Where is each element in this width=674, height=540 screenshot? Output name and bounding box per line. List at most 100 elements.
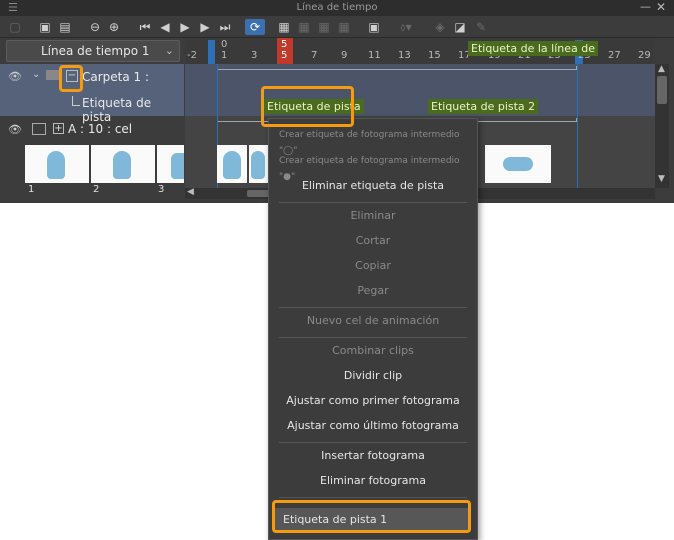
frame-thumbnail[interactable]: [249, 145, 269, 183]
character-image: [47, 151, 65, 179]
timeline-select[interactable]: Línea de tiempo 1 ⌄: [6, 40, 180, 62]
toolbar: ▢ ▣ ▤ ⊖ ⊕ ⏮ ◀ ▶ ▶ ⏭ ⟳ ▦ ▦ ▦ ▦ ▣ ⬨▾ ◈ ◪ ✎: [0, 16, 674, 38]
track-label-2[interactable]: Etiqueta de pista 2: [428, 99, 539, 114]
menu-item-create-midframe-filled[interactable]: Crear etiqueta de fotograma intermedio "…: [269, 153, 477, 182]
ruler-tick: 0 1: [221, 39, 228, 61]
minimize-icon[interactable]: —: [640, 0, 651, 13]
folder-row[interactable]: 👁 ⌄ − Carpeta 1 :: [0, 64, 184, 90]
scroll-left-icon[interactable]: ◀: [187, 187, 194, 197]
ruler-tick: 3: [251, 50, 258, 61]
character-image: [171, 153, 184, 179]
ruler-tick-current: 5 5: [281, 39, 288, 61]
zoom-in-icon[interactable]: ⊕: [107, 19, 121, 35]
frame-thumbnail[interactable]: [217, 145, 247, 183]
highlight-track-label: [261, 86, 354, 127]
close-icon[interactable]: ✕: [656, 0, 666, 14]
frame-ruler[interactable]: -2 0 1 3 5 5 7 9 11 13 15 17 19 21 23 25…: [185, 38, 655, 64]
ruler-tick: 29: [638, 50, 651, 61]
menu-item-set-last-frame[interactable]: Ajustar como último fotograma: [269, 418, 477, 434]
specify-cel-icon[interactable]: ▦: [296, 19, 312, 35]
new-timeline-icon[interactable]: ▣: [38, 19, 52, 35]
scroll-down-icon[interactable]: ▼: [658, 174, 665, 184]
keyframe-icon[interactable]: ⬨▾: [396, 19, 416, 35]
tree-connector: [72, 96, 80, 106]
cel-frame-2-icon[interactable]: ▦: [336, 19, 352, 35]
play-icon[interactable]: ▶: [178, 19, 192, 35]
context-menu: Crear etiqueta de fotograma intermedio "…: [268, 118, 478, 540]
ruler-tick: 7: [311, 50, 318, 61]
thumbnail[interactable]: [91, 145, 155, 183]
menu-item-create-midframe-open[interactable]: Crear etiqueta de fotograma intermedio "…: [269, 127, 477, 156]
layer-list: 👁 ⌄ − Carpeta 1 : Etiqueta de pista 👁 + …: [0, 64, 184, 203]
new-cel-icon[interactable]: ▦: [276, 19, 292, 35]
character-image: [113, 151, 131, 179]
next-frame-icon[interactable]: ▶: [198, 19, 212, 35]
menu-item-delete[interactable]: Eliminar: [269, 208, 477, 224]
menu-item-merge-clips[interactable]: Combinar clips: [269, 343, 477, 359]
eye-icon[interactable]: 👁: [8, 70, 22, 83]
menu-separator: [279, 202, 467, 203]
last-frame-icon[interactable]: ⏭: [218, 19, 232, 35]
ruler-tick: 15: [428, 50, 441, 61]
ruler-tick: 27: [608, 50, 621, 61]
chevron-down-icon: ⌄: [164, 44, 174, 57]
timeline-select-value: Línea de tiempo 1: [41, 44, 150, 58]
edit-timeline-icon[interactable]: ▤: [57, 19, 73, 35]
window-title: Línea de tiempo: [296, 2, 378, 13]
ruler-tick: 11: [368, 50, 381, 61]
menu-item-delete-track-label[interactable]: Eliminar etiqueta de pista: [269, 178, 477, 194]
menu-separator: [279, 337, 467, 338]
folder-range-bar: [217, 66, 577, 70]
ruler-tick: -2: [187, 50, 197, 61]
scroll-up-icon[interactable]: ▲: [658, 64, 665, 74]
folder-icon: [46, 70, 60, 80]
first-frame-icon[interactable]: ⏮: [138, 19, 152, 35]
title-bar: ☰ Línea de tiempo — ✕: [0, 0, 674, 16]
anim-layer-row[interactable]: 👁 + A : 10 : cel: [0, 118, 184, 142]
pen-icon[interactable]: ✎: [474, 19, 488, 35]
loop-end-line: [577, 64, 578, 188]
highlight-menu-item: [272, 500, 471, 533]
menu-item-delete-frame[interactable]: Eliminar fotograma: [269, 473, 477, 489]
loop-icon[interactable]: ⟳: [245, 19, 265, 35]
menu-separator: [279, 442, 467, 443]
menu-item-paste[interactable]: Pegar: [269, 283, 477, 299]
anim-layer-label: A : 10 : cel: [68, 122, 133, 136]
menu-item-new-animation-cel[interactable]: Nuevo cel de animación: [269, 313, 477, 329]
character-image: [251, 151, 265, 179]
thumbnail-number: 3: [158, 184, 165, 195]
eye-icon[interactable]: 👁: [8, 123, 22, 136]
frame-thumbnail[interactable]: [485, 145, 551, 183]
zoom-out-icon[interactable]: ⊖: [88, 19, 102, 35]
keyframe-add-icon[interactable]: ◈: [432, 19, 448, 35]
menu-item-cut[interactable]: Cortar: [269, 233, 477, 249]
highlight-collapse-button: [59, 65, 83, 92]
menu-separator: [279, 307, 467, 308]
menu-item-split-clip[interactable]: Dividir clip: [269, 368, 477, 384]
timeline-label[interactable]: Etiqueta de la línea de: [468, 41, 598, 56]
character-image: [223, 151, 241, 179]
menu-item-copy[interactable]: Copiar: [269, 258, 477, 274]
character-image: [503, 157, 533, 171]
thumbnail[interactable]: [25, 145, 89, 183]
menu-item-insert-frame[interactable]: Insertar fotograma: [269, 448, 477, 464]
animation-folder-icon: [32, 123, 46, 135]
cel-frame-icon[interactable]: ▦: [316, 19, 332, 35]
onion-skin-icon[interactable]: ▣: [366, 19, 382, 35]
vertical-scrollbar[interactable]: ▲ ▼: [655, 64, 669, 188]
folder-label: Carpeta 1 :: [82, 70, 150, 84]
loop-start-marker[interactable]: [208, 40, 215, 64]
light-table-icon[interactable]: ◪: [452, 19, 468, 35]
prev-frame-icon[interactable]: ◀: [158, 19, 172, 35]
scroll-thumb[interactable]: [657, 76, 667, 104]
ruler-tick: 9: [341, 50, 348, 61]
chevron-down-icon[interactable]: ⌄: [32, 69, 40, 80]
track-label-row[interactable]: Etiqueta de pista: [0, 90, 184, 124]
thumbnail-number: 2: [93, 184, 100, 195]
timeline-icon[interactable]: ▢: [8, 19, 22, 35]
thumbnail[interactable]: [157, 145, 184, 183]
thumbnail-number: 1: [28, 184, 35, 195]
menu-separator: [279, 497, 467, 498]
expand-icon[interactable]: +: [53, 123, 64, 134]
menu-item-set-first-frame[interactable]: Ajustar como primer fotograma: [269, 393, 477, 409]
